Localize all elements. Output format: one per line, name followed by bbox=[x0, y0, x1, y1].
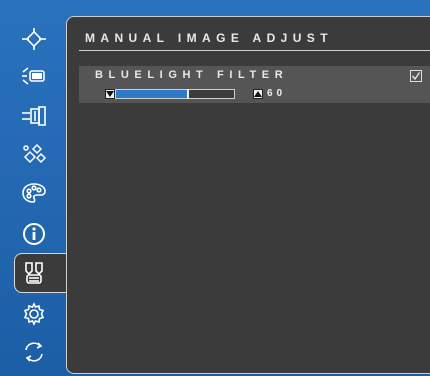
palette-icon[interactable] bbox=[14, 176, 54, 210]
increase-button[interactable] bbox=[253, 89, 263, 99]
page-title: MANUAL IMAGE ADJUST bbox=[85, 31, 333, 45]
triangle-down-icon bbox=[106, 91, 114, 97]
title-divider bbox=[79, 50, 430, 51]
manual-image-adjust-icon[interactable] bbox=[14, 256, 54, 290]
bluelight-filter-label: BLUELIGHT FILTER bbox=[95, 69, 289, 81]
view-mode-icon[interactable] bbox=[14, 99, 54, 133]
audio-adjust-icon[interactable] bbox=[14, 59, 54, 93]
decrease-button[interactable] bbox=[105, 89, 115, 99]
menu-panel: MANUAL IMAGE ADJUST BLUELIGHT FILTER 60 bbox=[66, 16, 430, 374]
color-adjust-icon[interactable] bbox=[14, 137, 54, 171]
input-select-icon[interactable] bbox=[14, 22, 54, 56]
bluelight-filter-row[interactable]: BLUELIGHT FILTER 60 bbox=[79, 66, 430, 103]
setup-menu-icon[interactable] bbox=[14, 297, 54, 331]
information-icon[interactable] bbox=[14, 217, 54, 251]
memory-recall-icon[interactable] bbox=[14, 335, 54, 369]
slider-track[interactable] bbox=[115, 89, 235, 99]
bluelight-filter-checkbox[interactable] bbox=[410, 70, 422, 82]
osd-background: MANUAL IMAGE ADJUST BLUELIGHT FILTER 60 bbox=[0, 0, 430, 376]
bluelight-filter-slider[interactable]: 60 bbox=[105, 88, 282, 100]
slider-value: 60 bbox=[267, 88, 287, 99]
slider-thumb[interactable] bbox=[187, 89, 189, 99]
triangle-up-icon bbox=[254, 91, 262, 97]
slider-fill bbox=[116, 90, 187, 98]
